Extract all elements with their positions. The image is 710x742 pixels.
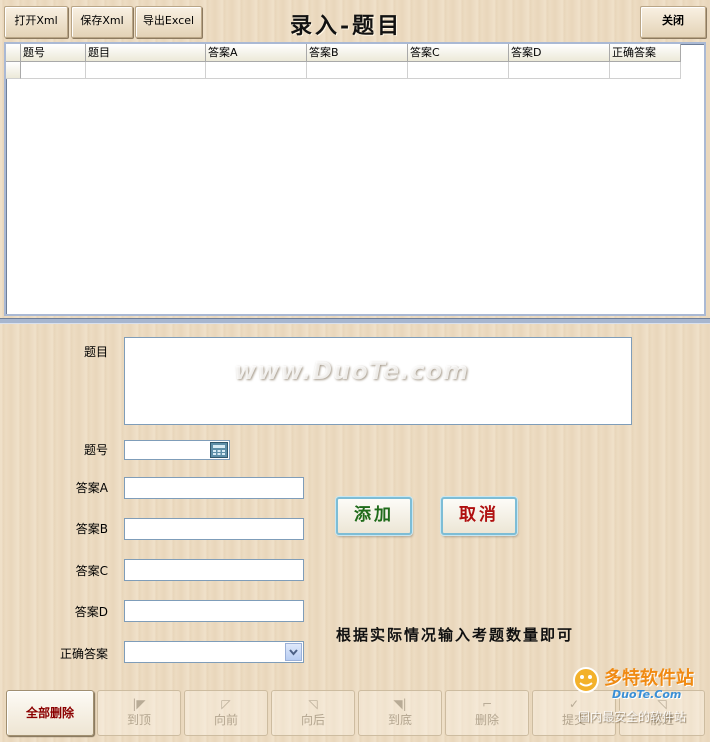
forward-button[interactable]: ◹ 前进 <box>619 690 705 736</box>
grid-cell[interactable] <box>610 62 681 79</box>
row-header-corner <box>6 44 21 62</box>
answer-b-input[interactable] <box>124 518 304 540</box>
answer-c-input[interactable] <box>124 559 304 581</box>
delete-record-button[interactable]: ⌐ 删除 <box>445 690 529 736</box>
minus-icon: ⌐ <box>481 697 493 711</box>
last-record-label: 到底 <box>387 713 412 727</box>
first-record-label: 到顶 <box>126 713 151 727</box>
first-record-button[interactable]: |◤ 到顶 <box>97 690 181 736</box>
close-button[interactable]: 关闭 <box>640 6 706 38</box>
answer-b-label: 答案B <box>75 522 108 536</box>
column-header[interactable]: 答案B <box>307 44 408 62</box>
grid-cell[interactable] <box>408 62 509 79</box>
answer-a-input[interactable] <box>124 477 304 499</box>
correct-answer-select[interactable] <box>124 641 304 663</box>
column-header[interactable]: 正确答案 <box>610 44 681 62</box>
delete-all-button[interactable]: 全部删除 <box>6 690 94 736</box>
forward-label: 前进 <box>649 713 674 727</box>
next-record-label: 向后 <box>300 713 325 727</box>
site-watermark: www.DuoTe.com <box>234 357 469 385</box>
hint-text: 根据实际情况输入考题数量即可 <box>336 626 575 644</box>
check-icon: ✓ <box>568 697 580 711</box>
save-xml-button[interactable]: 保存Xml <box>71 6 133 38</box>
panel-splitter[interactable] <box>0 318 710 324</box>
first-record-icon: |◤ <box>132 697 146 711</box>
prev-record-icon: ◸ <box>221 697 231 711</box>
question-label: 题目 <box>83 345 108 359</box>
grid-cell[interactable] <box>206 62 307 79</box>
cancel-button[interactable]: 取消 <box>441 497 517 535</box>
question-grid[interactable]: 题号 题目 答案A 答案B 答案C 答案D 正确答案 <box>4 42 706 316</box>
column-header[interactable]: 题号 <box>21 44 86 62</box>
correct-answer-label: 正确答案 <box>59 647 108 661</box>
grid-cell[interactable] <box>307 62 408 79</box>
column-header[interactable]: 答案C <box>408 44 509 62</box>
column-header[interactable]: 题目 <box>86 44 206 62</box>
grid-cell[interactable] <box>86 62 206 79</box>
grid-cell[interactable] <box>509 62 610 79</box>
last-record-button[interactable]: ◥| 到底 <box>358 690 442 736</box>
answer-d-label: 答案D <box>74 605 108 619</box>
submit-label: 提交 <box>561 713 586 727</box>
answer-c-label: 答案C <box>75 564 108 578</box>
delete-record-label: 删除 <box>474 713 499 727</box>
submit-button[interactable]: ✓ 提交 <box>532 690 616 736</box>
chevron-down-icon[interactable] <box>285 643 302 661</box>
column-header[interactable]: 答案A <box>206 44 307 62</box>
answer-a-label: 答案A <box>75 481 108 495</box>
next-record-button[interactable]: ◹ 向后 <box>271 690 355 736</box>
grid-cell[interactable] <box>21 62 86 79</box>
logo-cn-text: 多特软件站 <box>604 668 694 689</box>
row-selector[interactable] <box>6 62 21 79</box>
open-xml-button[interactable]: 打开Xml <box>4 6 68 38</box>
number-input[interactable] <box>124 440 230 460</box>
add-button-label: 添加 <box>354 505 394 525</box>
add-button[interactable]: 添加 <box>336 497 412 535</box>
prev-record-label: 向前 <box>213 713 238 727</box>
forward-icon: ◹ <box>657 697 667 711</box>
number-label: 题号 <box>83 443 108 457</box>
last-record-icon: ◥| <box>393 697 407 711</box>
answer-d-input[interactable] <box>124 600 304 622</box>
prev-record-button[interactable]: ◸ 向前 <box>184 690 268 736</box>
calculator-icon[interactable] <box>210 442 228 458</box>
export-excel-button[interactable]: 导出Excel <box>135 6 202 38</box>
column-header[interactable]: 答案D <box>509 44 610 62</box>
page-title: 录入-题目 <box>290 13 403 39</box>
cancel-button-label: 取消 <box>459 505 499 525</box>
next-record-icon: ◹ <box>308 697 318 711</box>
